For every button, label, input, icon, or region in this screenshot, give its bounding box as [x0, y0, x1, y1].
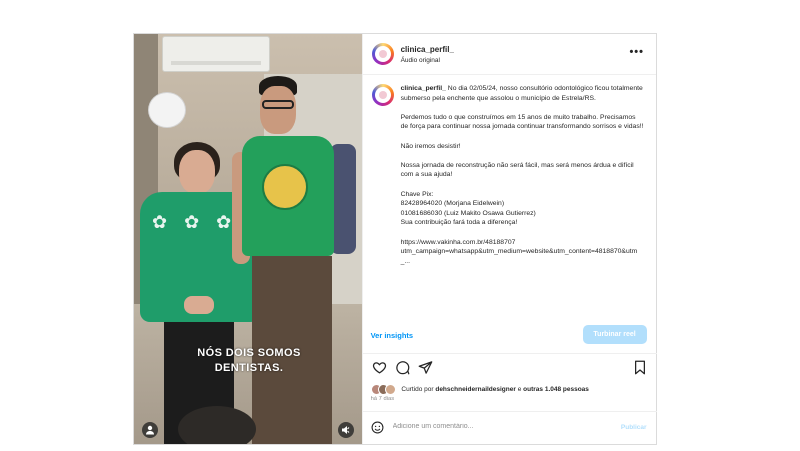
publish-button[interactable]: Publicar	[621, 424, 647, 431]
heart-icon[interactable]	[372, 360, 387, 378]
avatar[interactable]	[371, 43, 394, 65]
liked-by-text: Curtido por dehschneidernaildesigner e o…	[370, 384, 655, 395]
comment-input[interactable]	[392, 421, 603, 432]
caption-link[interactable]: https://www.vakinha.com.br/48188707 utm_…	[401, 238, 645, 267]
post-side-panel: clinica_perfil_ Áudio original ••• clini…	[361, 34, 657, 445]
comment-icon[interactable]	[395, 360, 410, 378]
emoji-icon[interactable]	[371, 421, 384, 437]
header-username[interactable]: clinica_perfil_	[401, 45, 454, 54]
stool	[178, 406, 256, 444]
bookmark-icon[interactable]	[633, 360, 647, 378]
more-horizontal-icon[interactable]: •••	[629, 46, 644, 58]
comment-box: Publicar	[362, 411, 657, 445]
caption-area: clinica_perfil_ No dia 02/05/24, nosso c…	[363, 75, 657, 323]
caption-text: clinica_perfil_ No dia 02/05/24, nosso c…	[401, 84, 645, 276]
liked-by-user[interactable]: dehschneidernaildesigner	[435, 386, 516, 393]
action-bar	[363, 354, 657, 384]
man-face	[260, 86, 296, 134]
liked-by-connector: e	[517, 386, 522, 394]
caption-paragraph-5: Chave Pix: 82428964020 (Morjana Eidelwei…	[400, 190, 536, 227]
caption-paragraph-4: Nossa jornada de reconstrução não será f…	[400, 161, 634, 179]
reel-video[interactable]: NÓS DOIS SOMOS DENTISTAS.	[134, 34, 362, 444]
dental-lamp	[148, 92, 186, 128]
insights-row: Ver insights Turbinar reel	[362, 323, 657, 354]
liked-by-others[interactable]: outras 1.048 pessoas	[523, 386, 589, 393]
man-glasses	[262, 100, 294, 109]
send-icon[interactable]	[418, 360, 433, 378]
speaker-icon[interactable]	[338, 422, 354, 438]
caption-username[interactable]: clinica_perfil_	[401, 85, 446, 92]
person-icon[interactable]	[142, 422, 158, 438]
post-timestamp[interactable]: há 7 dias	[371, 396, 395, 402]
post-header: clinica_perfil_ Áudio original •••	[362, 34, 656, 75]
liker-avatar[interactable]	[384, 384, 396, 395]
video-caption-overlay: NÓS DOIS SOMOS DENTISTAS.	[197, 347, 301, 374]
caption-avatar[interactable]	[371, 84, 394, 106]
caption-paragraph-2: Perdemos tudo o que construímos em 15 an…	[400, 113, 644, 131]
woman-face	[179, 150, 215, 194]
caption-paragraph-3: Não iremos desistir!	[400, 142, 461, 150]
air-conditioner	[162, 36, 270, 72]
woman-hands	[184, 296, 214, 314]
liked-by-prefix: Curtido por	[401, 386, 434, 394]
boost-reel-button[interactable]: Turbinar reel	[582, 325, 647, 344]
view-insights-link[interactable]: Ver insights	[371, 331, 414, 340]
instagram-post-modal: NÓS DOIS SOMOS DENTISTAS. clinica_perfil…	[133, 33, 657, 445]
audio-label[interactable]: Áudio original	[401, 57, 440, 64]
shirt-logo	[262, 164, 308, 210]
